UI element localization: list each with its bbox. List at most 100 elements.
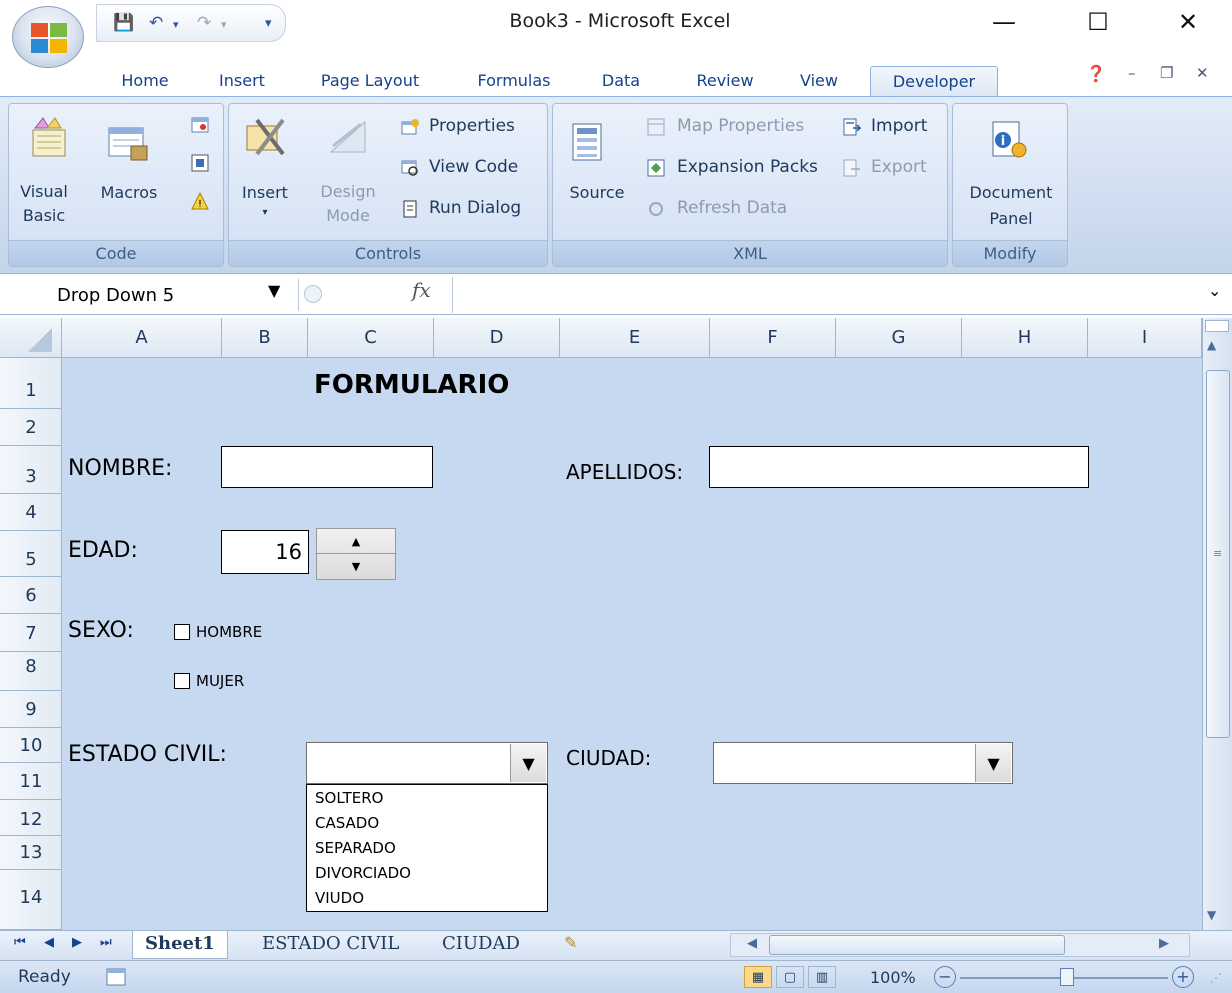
row-header-7[interactable]: 7: [0, 614, 62, 652]
page-layout-view-icon[interactable]: ▢: [776, 966, 804, 988]
redo-dropdown-icon[interactable]: ▾: [221, 18, 227, 38]
redo-icon[interactable]: ↷: [197, 13, 211, 33]
select-all-corner[interactable]: [0, 318, 62, 358]
insert-controls-button[interactable]: Insert ▾: [235, 180, 295, 220]
workbook-close-icon[interactable]: ✕: [1196, 64, 1209, 82]
column-header-c[interactable]: C: [308, 318, 434, 358]
ciudad-dropdown-arrow-icon[interactable]: ▼: [975, 744, 1011, 782]
tab-developer[interactable]: Developer: [870, 66, 998, 98]
estado-civil-dropdown[interactable]: ▼: [306, 742, 548, 784]
spinner-up-icon[interactable]: ▲: [317, 529, 395, 554]
properties-button[interactable]: Properties: [429, 116, 515, 136]
estado-civil-option[interactable]: VIUDO: [307, 886, 547, 911]
zoom-out-icon[interactable]: −: [934, 966, 956, 988]
workbook-minimize-icon[interactable]: –: [1128, 64, 1136, 82]
zoom-in-icon[interactable]: +: [1172, 966, 1194, 988]
undo-dropdown-icon[interactable]: ▾: [173, 18, 179, 38]
column-header-f[interactable]: F: [710, 318, 836, 358]
column-header-d[interactable]: D: [434, 318, 560, 358]
column-header-b[interactable]: B: [222, 318, 308, 358]
row-header-1[interactable]: 1: [0, 358, 62, 409]
help-icon[interactable]: ❓: [1086, 64, 1106, 83]
row-header-9[interactable]: 9: [0, 691, 62, 728]
worksheet-grid[interactable]: A B C D E F G H I 1 2 3 4 5 6 7 8 9 10 1…: [0, 318, 1202, 930]
column-header-e[interactable]: E: [560, 318, 710, 358]
scroll-left-icon[interactable]: ◀: [747, 936, 757, 951]
customize-qat-icon[interactable]: ▾: [265, 16, 272, 36]
row-header-6[interactable]: 6: [0, 577, 62, 614]
estado-civil-option[interactable]: CASADO: [307, 811, 547, 836]
view-code-button[interactable]: View Code: [429, 157, 518, 177]
nombre-textbox[interactable]: [221, 446, 433, 488]
row-header-13[interactable]: 13: [0, 836, 62, 870]
horizontal-scroll-thumb[interactable]: [769, 935, 1065, 955]
formula-input[interactable]: [452, 277, 1202, 313]
estado-civil-option[interactable]: SOLTERO: [307, 786, 547, 811]
tab-home[interactable]: Home: [104, 66, 186, 98]
resize-grip-icon[interactable]: ⋰: [1210, 971, 1222, 985]
tab-formulas[interactable]: Formulas: [458, 66, 570, 98]
office-button[interactable]: [12, 6, 84, 68]
vertical-scrollbar[interactable]: ▲ ≡ ▼: [1202, 318, 1232, 930]
ciudad-dropdown[interactable]: ▼: [713, 742, 1013, 784]
sheet-tab-estado-civil[interactable]: ESTADO CIVIL: [250, 931, 411, 959]
design-mode-button[interactable]: Design Mode: [317, 180, 379, 228]
zoom-slider-thumb[interactable]: [1060, 968, 1074, 986]
last-sheet-icon[interactable]: ⏭: [100, 935, 112, 950]
visual-basic-button[interactable]: Visual Basic: [13, 180, 75, 228]
formula-bar-handle-icon[interactable]: [304, 285, 322, 303]
tab-insert[interactable]: Insert: [206, 66, 278, 98]
refresh-data-button[interactable]: Refresh Data: [677, 198, 787, 218]
estado-civil-option[interactable]: DIVORCIADO: [307, 861, 547, 886]
close-button[interactable]: ✕: [1160, 4, 1216, 40]
record-macro-icon[interactable]: [191, 116, 209, 134]
first-sheet-icon[interactable]: ⏮: [14, 935, 26, 950]
scroll-right-icon[interactable]: ▶: [1159, 936, 1169, 951]
insert-function-icon[interactable]: fx: [412, 278, 431, 302]
tab-view[interactable]: View: [786, 66, 852, 98]
hombre-checkbox[interactable]: HOMBRE: [174, 623, 262, 641]
name-box[interactable]: Drop Down 5: [8, 279, 294, 311]
horizontal-scrollbar[interactable]: ◀ ▶: [730, 933, 1190, 957]
row-header-5[interactable]: 5: [0, 531, 62, 577]
row-header-14[interactable]: 14: [0, 870, 62, 930]
row-header-10[interactable]: 10: [0, 728, 62, 763]
expansion-packs-button[interactable]: Expansion Packs: [677, 157, 818, 177]
row-header-8[interactable]: 8: [0, 652, 62, 691]
name-box-dropdown-icon[interactable]: ▼: [268, 281, 280, 300]
normal-view-icon[interactable]: ▦: [744, 966, 772, 988]
split-box-icon[interactable]: [1205, 320, 1229, 332]
tab-data[interactable]: Data: [588, 66, 654, 98]
sheet-tab-ciudad[interactable]: CIUDAD: [430, 931, 532, 959]
apellidos-textbox[interactable]: [709, 446, 1089, 488]
estado-civil-option[interactable]: SEPARADO: [307, 836, 547, 861]
source-button[interactable]: Source: [557, 180, 637, 206]
edad-value[interactable]: 16: [221, 530, 309, 574]
column-header-i[interactable]: I: [1088, 318, 1202, 358]
macro-record-status-icon[interactable]: [106, 968, 126, 986]
column-header-a[interactable]: A: [62, 318, 222, 358]
row-header-4[interactable]: 4: [0, 494, 62, 531]
row-header-3[interactable]: 3: [0, 446, 62, 494]
run-dialog-button[interactable]: Run Dialog: [429, 198, 521, 218]
relative-references-icon[interactable]: [191, 154, 209, 172]
vertical-scroll-thumb[interactable]: ≡: [1206, 370, 1230, 738]
scroll-up-icon[interactable]: ▲: [1207, 338, 1216, 352]
zoom-level[interactable]: 100%: [870, 968, 916, 987]
row-header-11[interactable]: 11: [0, 763, 62, 800]
macro-security-icon[interactable]: !: [191, 192, 209, 210]
prev-sheet-icon[interactable]: ◀: [44, 935, 54, 950]
spinner-down-icon[interactable]: ▼: [317, 554, 395, 579]
macros-button[interactable]: Macros: [97, 180, 161, 206]
tab-review[interactable]: Review: [680, 66, 770, 98]
workbook-restore-icon[interactable]: ❐: [1160, 64, 1173, 82]
next-sheet-icon[interactable]: ▶: [72, 935, 82, 950]
hombre-checkbox-box[interactable]: [174, 624, 190, 640]
column-header-g[interactable]: G: [836, 318, 962, 358]
maximize-button[interactable]: ☐: [1070, 4, 1126, 40]
map-properties-button[interactable]: Map Properties: [677, 116, 804, 136]
sheet-tab-sheet1[interactable]: Sheet1: [132, 931, 228, 959]
estado-civil-dropdown-arrow-icon[interactable]: ▼: [510, 744, 546, 782]
expand-formula-bar-icon[interactable]: ⌄: [1208, 281, 1221, 300]
export-button[interactable]: Export: [871, 157, 927, 177]
